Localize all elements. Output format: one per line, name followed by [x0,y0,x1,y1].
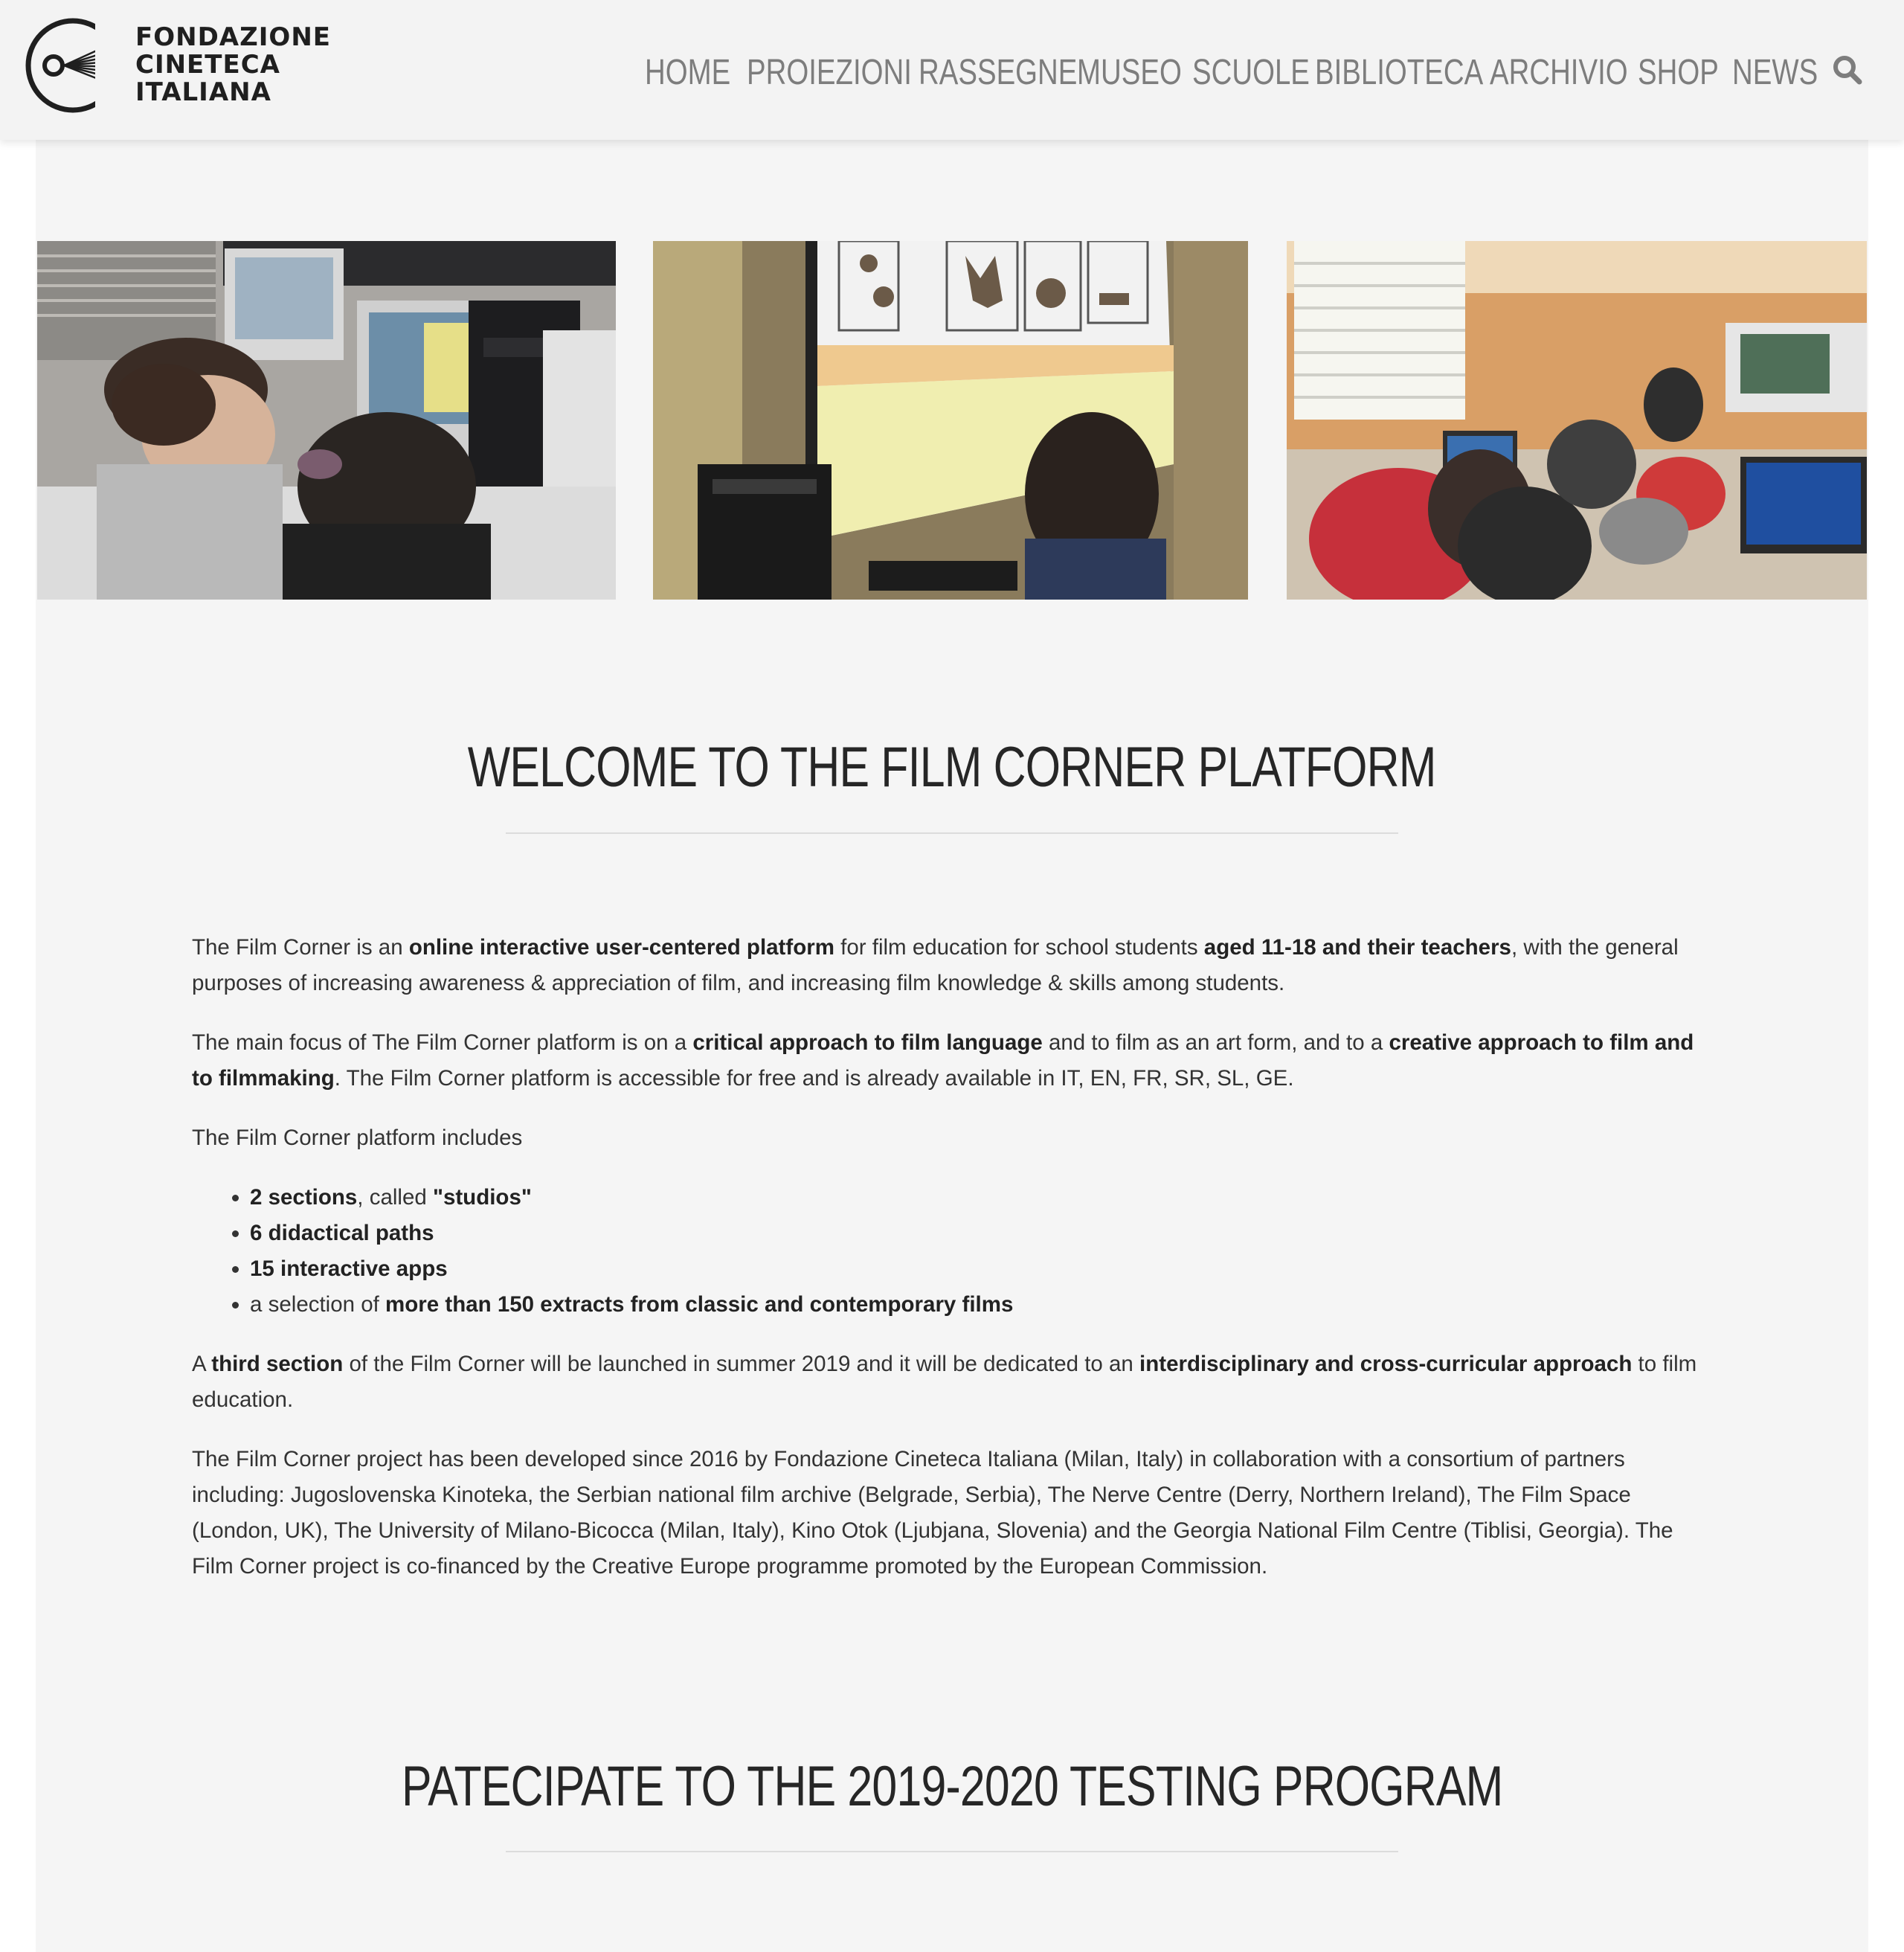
photo-students-computers [37,241,616,600]
nav-item-rassegne[interactable]: RASSEGNE [919,46,1077,100]
text-bold: aged 11-18 and their teachers [1203,935,1511,960]
brand-line-2: CINETECA [135,50,280,80]
welcome-body: The Film Corner is an online interactive… [192,930,1709,1608]
text-run: , called [357,1185,433,1210]
text-bold: third section [211,1352,344,1376]
text-run: The main focus of The Film Corner platfo… [192,1030,693,1055]
nav-item-museo[interactable]: MUSEO [1077,46,1182,100]
film-reel-logo-icon [25,16,122,115]
welcome-divider [506,832,1398,834]
project-paragraph: The Film Corner project has been develop… [192,1447,1673,1579]
nav-item-archivio[interactable]: ARCHIVIO [1490,46,1628,100]
main-nav: HOME PROIEZIONI RASSEGNE MUSEO SCUOLE BI… [625,46,1830,106]
includes-paragraph: The Film Corner platform includes [192,1126,523,1150]
list-item: 2 sections, called "studios" [250,1180,1709,1216]
list-item: 6 didactical paths [250,1216,1709,1251]
text-run: of the Film Corner will be launched in s… [343,1352,1140,1376]
text-run: and to film as an art form, and to a [1042,1030,1389,1055]
text-run: for film education for school students [834,935,1204,960]
text-bold: critical approach to film language [692,1030,1043,1055]
photo-classroom-projector [1287,241,1867,600]
list-item: a selection of more than 150 extracts fr… [250,1287,1709,1323]
third-section-paragraph: A third section of the Film Corner will … [192,1346,1709,1418]
testing-title-text: PATECIPATE TO THE 2019-2020 TESTING PROG… [401,1755,1503,1818]
main-content: WELCOME TO THE FILM CORNER PLATFORM The … [36,140,1868,1952]
text-run: a selection of [250,1292,386,1317]
nav-item-scuole[interactable]: SCUOLE [1192,46,1310,100]
text-bold: 6 didactical paths [250,1221,434,1245]
site-header: FONDAZIONE CINETECA ITALIANA HOME PROIEZ… [0,0,1904,140]
brand-name: FONDAZIONE CINETECA ITALIANA [135,24,331,106]
site-logo[interactable]: FONDAZIONE CINETECA ITALIANA [24,16,336,115]
text-bold: online interactive user-centered platfor… [408,935,834,960]
testing-title: PATECIPATE TO THE 2019-2020 TESTING PROG… [36,1754,1868,1819]
text-run: A [192,1352,212,1376]
nav-item-biblioteca[interactable]: BIBLIOTECA [1315,46,1483,100]
nav-item-shop[interactable]: SHOP [1638,46,1719,100]
text-bold: 15 interactive apps [250,1256,448,1281]
nav-item-news[interactable]: NEWS [1732,46,1818,100]
text-bold: more than 150 extracts from classic and … [385,1292,1014,1317]
intro-paragraph: The Film Corner is an online interactive… [192,930,1709,1001]
search-icon[interactable] [1830,52,1865,88]
brand-line-3: ITALIANA [135,77,271,107]
text-run: . The Film Corner platform is accessible… [334,1066,1294,1091]
features-list: 2 sections, called "studios" 6 didactica… [192,1180,1709,1323]
welcome-title-text: WELCOME TO THE FILM CORNER PLATFORM [468,736,1437,799]
text-bold: interdisciplinary and cross-curricular a… [1139,1352,1633,1376]
text-run: The Film Corner is an [192,935,409,960]
photo-interactive-whiteboard [653,241,1248,600]
welcome-title: WELCOME TO THE FILM CORNER PLATFORM [36,735,1868,800]
nav-item-home[interactable]: HOME [645,46,730,100]
testing-divider [506,1851,1398,1852]
nav-item-proiezioni[interactable]: PROIEZIONI [747,46,912,100]
text-bold: 2 sections [250,1185,358,1210]
list-item: 15 interactive apps [250,1251,1709,1287]
text-bold: "studios" [432,1185,532,1210]
focus-paragraph: The main focus of The Film Corner platfo… [192,1025,1709,1097]
brand-line-1: FONDAZIONE [135,22,332,52]
